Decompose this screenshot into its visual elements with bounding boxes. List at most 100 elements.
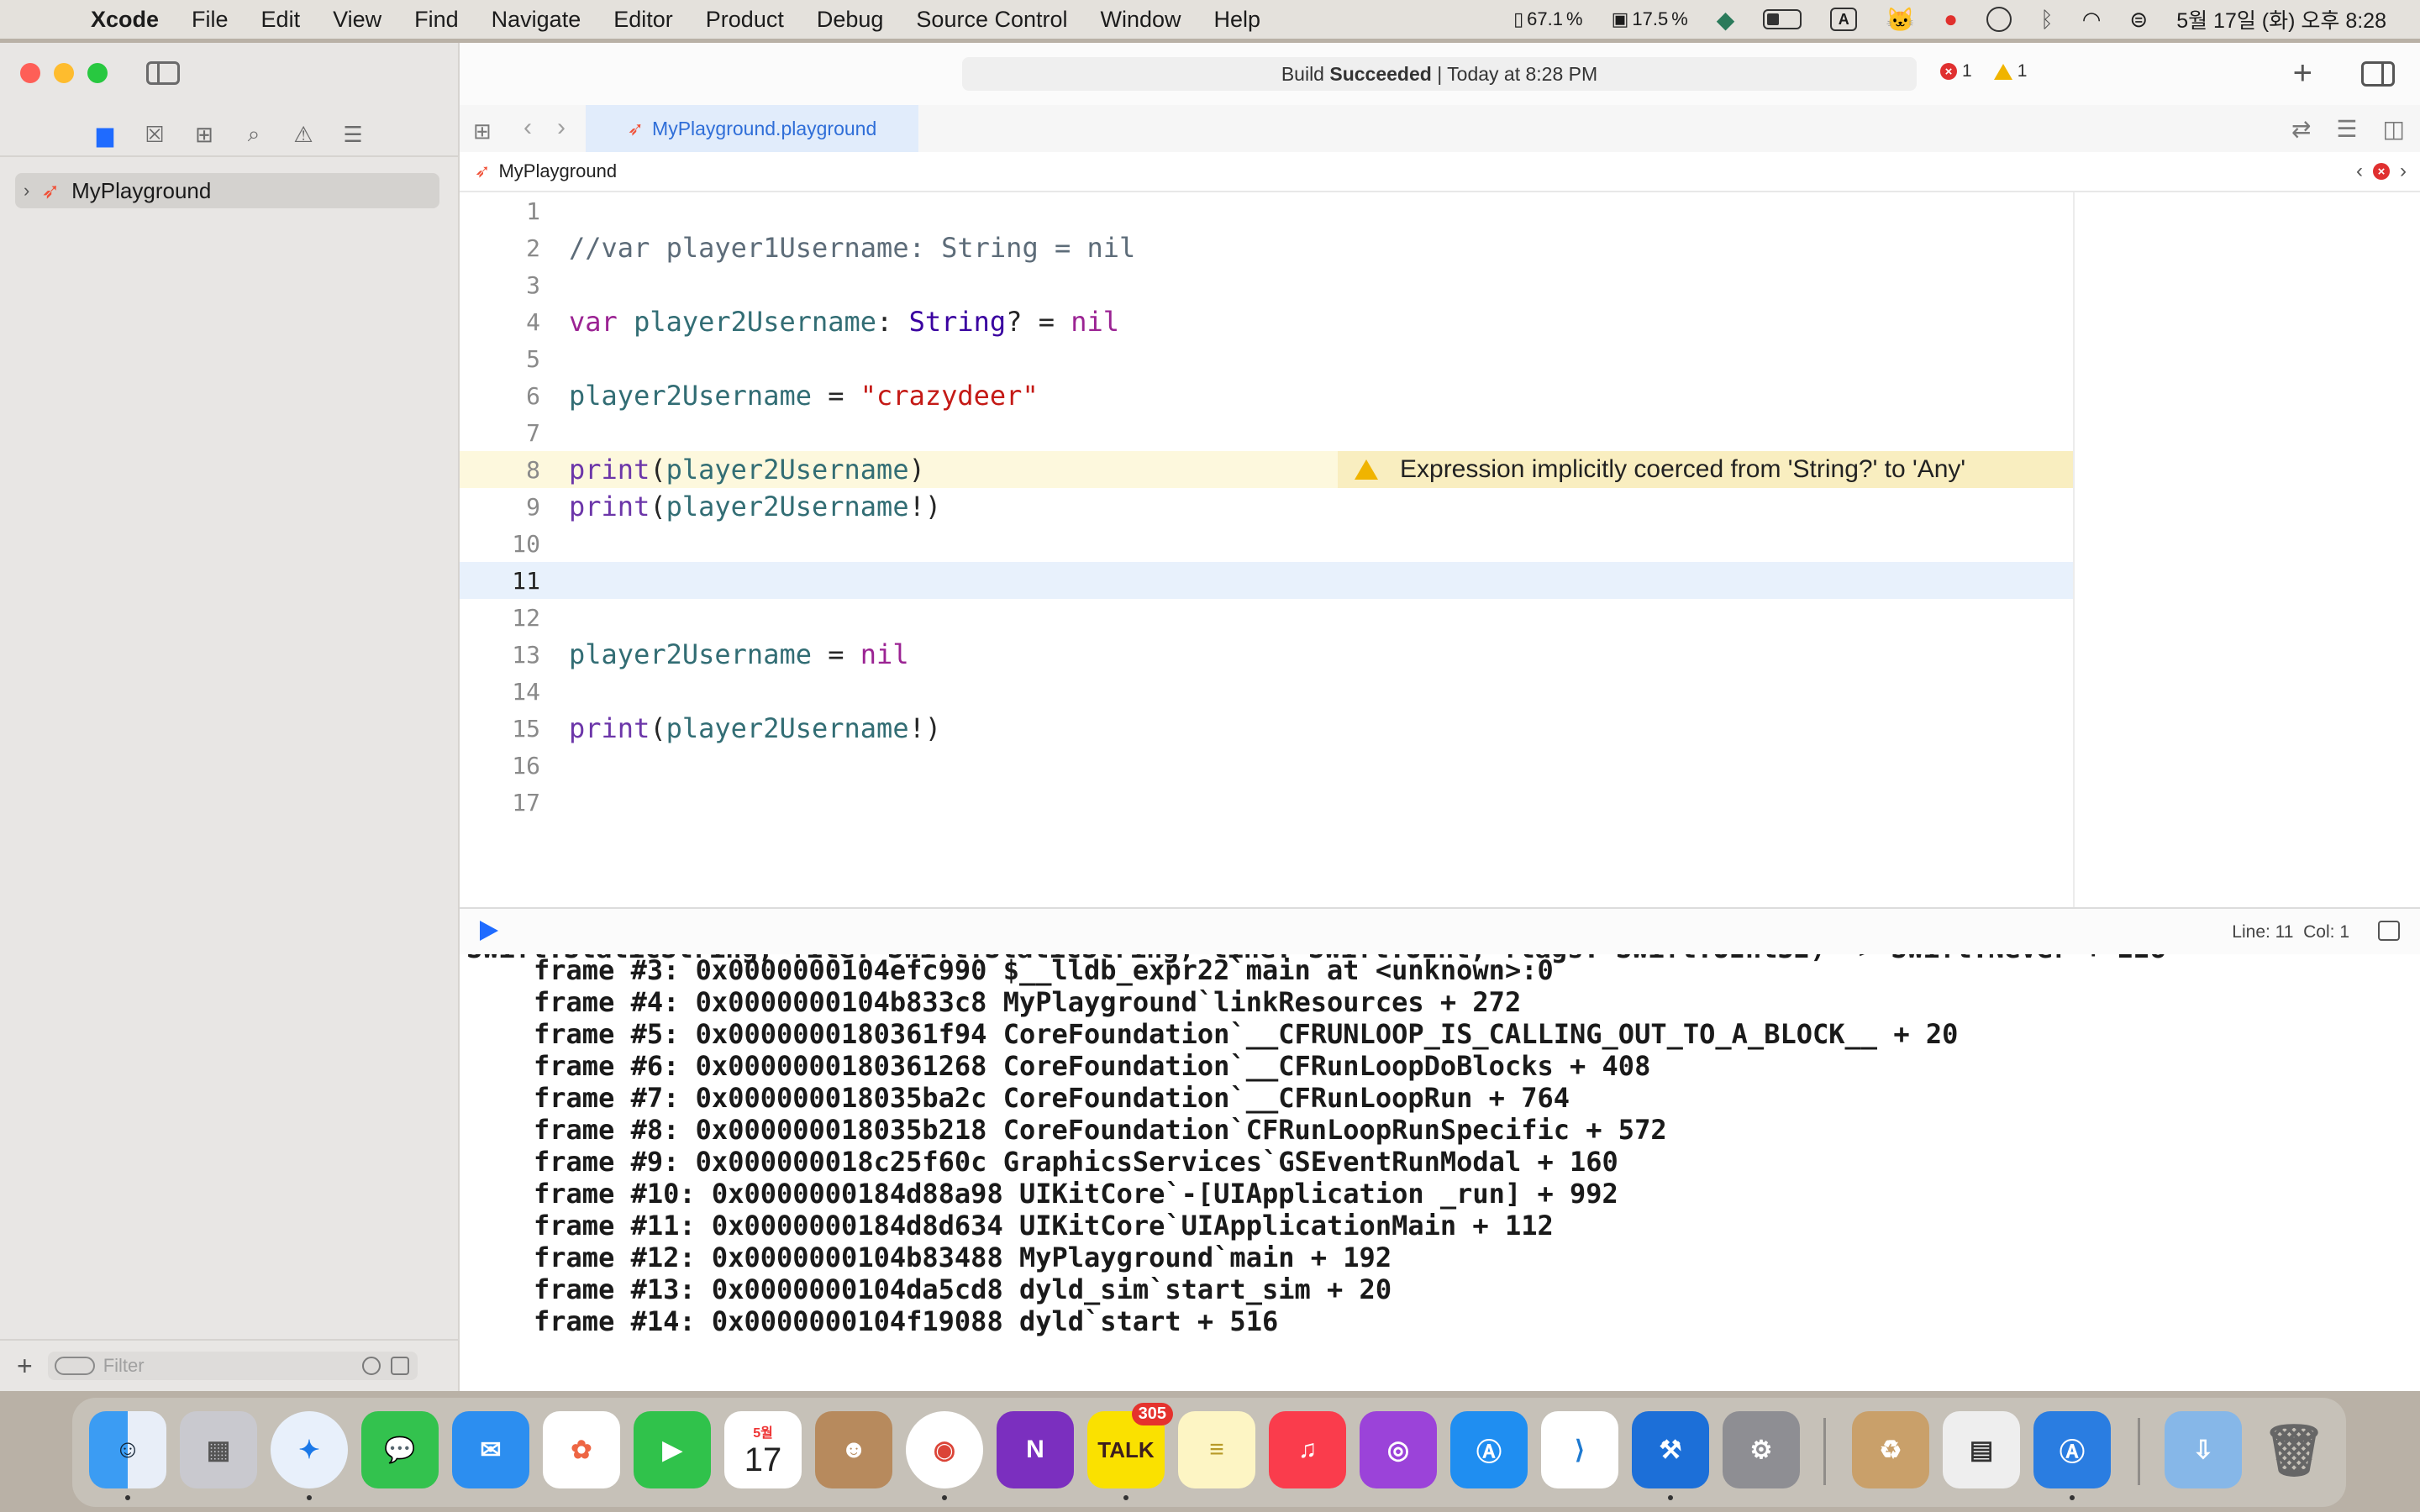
menu-editor[interactable]: Editor [613, 7, 673, 33]
code-review-icon[interactable]: ⇄ [2291, 115, 2311, 143]
menu-debug[interactable]: Debug [817, 7, 884, 33]
menu-edit[interactable]: Edit [261, 7, 301, 33]
downloads-folder-icon[interactable]: ⇩ [2165, 1411, 2242, 1488]
sidebar-toggle-icon[interactable] [146, 61, 180, 85]
menu-navigate[interactable]: Navigate [492, 7, 581, 33]
code-line[interactable]: 2 //var player1Username: String = nil [460, 229, 2073, 266]
code-line[interactable]: 13 player2Username = nil [460, 636, 2073, 673]
control-center-icon[interactable]: ⊜ [2129, 7, 2148, 33]
editor-options-lines-icon[interactable]: ☰ [2336, 115, 2357, 143]
inspector-toggle-icon[interactable] [2361, 61, 2395, 87]
code-line-current[interactable]: 11 [460, 562, 2073, 599]
menu-help[interactable]: Help [1214, 7, 1261, 33]
chrome-icon[interactable]: ◉ [906, 1411, 983, 1488]
find-navigator-search-icon[interactable]: ⌕ [242, 121, 266, 146]
tab-playground[interactable]: ➶ MyPlayground.playground [586, 105, 918, 152]
previous-issue-chevron-icon[interactable]: ‹ [2356, 160, 2363, 183]
mail-icon[interactable]: ✉ [452, 1411, 529, 1488]
report-navigator-icon[interactable]: ☰ [341, 122, 365, 147]
facetime-icon[interactable]: ▶ [634, 1411, 711, 1488]
menu-find[interactable]: Find [414, 7, 459, 33]
archive-utility-icon[interactable]: ♻ [1852, 1411, 1929, 1488]
code-line[interactable]: 12 [460, 599, 2073, 636]
bluetooth-off-icon[interactable]: ᛒ [2040, 7, 2054, 33]
code-line[interactable]: 1 [460, 192, 2073, 229]
code-line[interactable]: 3 [460, 266, 2073, 303]
source-editor[interactable]: 1 2 //var player1Username: String = nil 3… [460, 192, 2073, 907]
source-control-filter-icon[interactable] [390, 1357, 409, 1375]
library-add-button[interactable]: + [2293, 55, 2312, 92]
app-status-icon[interactable]: ◆ [1717, 6, 1735, 34]
menu-xcode[interactable]: Xcode [91, 7, 159, 33]
vscode-icon[interactable]: ⟩ [1541, 1411, 1618, 1488]
code-line[interactable]: 9 print(player2Username!) [460, 488, 2073, 525]
wifi-icon[interactable]: ◠ [2082, 7, 2102, 33]
recent-files-clock-icon[interactable] [361, 1357, 381, 1375]
menu-file[interactable]: File [192, 7, 229, 33]
split-editor-icon[interactable]: ◫ [2383, 115, 2405, 143]
app-store-icon[interactable]: Ⓐ [1450, 1411, 1528, 1488]
music-icon[interactable]: ♫ [1269, 1411, 1346, 1488]
podcasts-icon[interactable]: ◎ [1360, 1411, 1437, 1488]
clock-datetime[interactable]: 5월 17일 (화) 오후 8:28 [2176, 4, 2386, 34]
close-window-button[interactable] [20, 63, 40, 83]
project-tree-item[interactable]: › ➶ MyPlayground [15, 173, 439, 208]
finder-icon[interactable]: ☺ [89, 1411, 166, 1488]
record-icon[interactable]: ● [1944, 6, 1958, 33]
source-control-navigator-icon[interactable]: ☒ [143, 122, 166, 147]
cpu-stat[interactable]: ▯ 67.1% [1513, 8, 1583, 30]
symbol-navigator-icon[interactable]: ⊞ [192, 122, 216, 147]
photos-icon[interactable]: ✿ [543, 1411, 620, 1488]
xcode-icon[interactable]: ⚒ [1632, 1411, 1709, 1488]
debug-console[interactable]: Swift.StaticString, file: Swift.StaticSt… [460, 954, 2420, 1391]
code-line[interactable]: 15 print(player2Username!) [460, 710, 2073, 747]
notes-icon[interactable]: ≡ [1178, 1411, 1255, 1488]
cat-icon[interactable]: 🐱 [1886, 6, 1915, 34]
play-status-icon[interactable] [1986, 7, 2012, 32]
code-line[interactable]: 14 [460, 673, 2073, 710]
system-preferences-icon[interactable]: ⚙ [1723, 1411, 1800, 1488]
battery-icon[interactable] [1763, 9, 1802, 29]
next-issue-chevron-icon[interactable]: › [2400, 160, 2407, 183]
console-toggle-icon[interactable] [2378, 921, 2400, 941]
input-source-icon[interactable]: A [1830, 8, 1858, 31]
navigator-filter-field[interactable]: Filter [47, 1352, 418, 1380]
onenote-icon[interactable]: N [997, 1411, 1074, 1488]
menu-source-control[interactable]: Source Control [916, 7, 1067, 33]
code-line[interactable]: 6 player2Username = "crazydeer" [460, 377, 2073, 414]
safari-icon[interactable]: ✦ [271, 1411, 348, 1488]
code-line[interactable]: 5 [460, 340, 2073, 377]
menu-product[interactable]: Product [706, 7, 784, 33]
code-line[interactable]: 16 [460, 747, 2073, 784]
code-line[interactable]: 7 [460, 414, 2073, 451]
chevron-right-icon[interactable]: › [24, 180, 29, 202]
trash-icon[interactable]: 🗑 [2255, 1411, 2333, 1488]
filter-options-icon[interactable] [54, 1357, 95, 1375]
kakaotalk-icon[interactable]: TALK 305 [1087, 1403, 1173, 1488]
project-navigator-folder-icon[interactable]: ▆ [93, 122, 117, 147]
issue-navigator-warning-icon[interactable]: ⚠ [292, 122, 315, 147]
menu-view[interactable]: View [333, 7, 381, 33]
messages-icon[interactable]: 💬 [361, 1411, 439, 1488]
error-icon[interactable]: × [2373, 163, 2390, 180]
zoom-window-button[interactable] [87, 63, 108, 83]
inline-warning-message[interactable]: Expression implicitly coerced from 'Stri… [1338, 451, 2073, 488]
contacts-icon[interactable]: ☻ [815, 1411, 892, 1488]
forward-chevron-icon[interactable]: › [557, 113, 566, 142]
jump-bar-path[interactable]: MyPlayground [498, 160, 617, 182]
error-count-button[interactable]: × 1 [1940, 61, 1972, 81]
related-items-grid-icon[interactable]: ⊞ [473, 118, 492, 144]
back-chevron-icon[interactable]: ‹ [523, 113, 532, 142]
system-information-icon[interactable]: ▤ [1943, 1411, 2020, 1488]
activity-viewer[interactable]: Build Succeeded | Today at 8:28 PM [962, 57, 1917, 91]
code-line-warning[interactable]: 8 print(player2Username) Expression impli… [460, 451, 2073, 488]
add-file-button[interactable]: + [17, 1351, 33, 1382]
warning-count-button[interactable]: 1 [1993, 61, 2027, 81]
simulator-icon[interactable]: Ⓐ [2033, 1411, 2111, 1488]
menu-window[interactable]: Window [1101, 7, 1181, 33]
calendar-icon[interactable]: 5월 17 [724, 1411, 802, 1488]
code-line[interactable]: 4 var player2Username: String? = nil [460, 303, 2073, 340]
run-playground-play-icon[interactable] [480, 921, 498, 941]
launchpad-icon[interactable]: ▦ [180, 1411, 257, 1488]
code-line[interactable]: 17 [460, 784, 2073, 821]
